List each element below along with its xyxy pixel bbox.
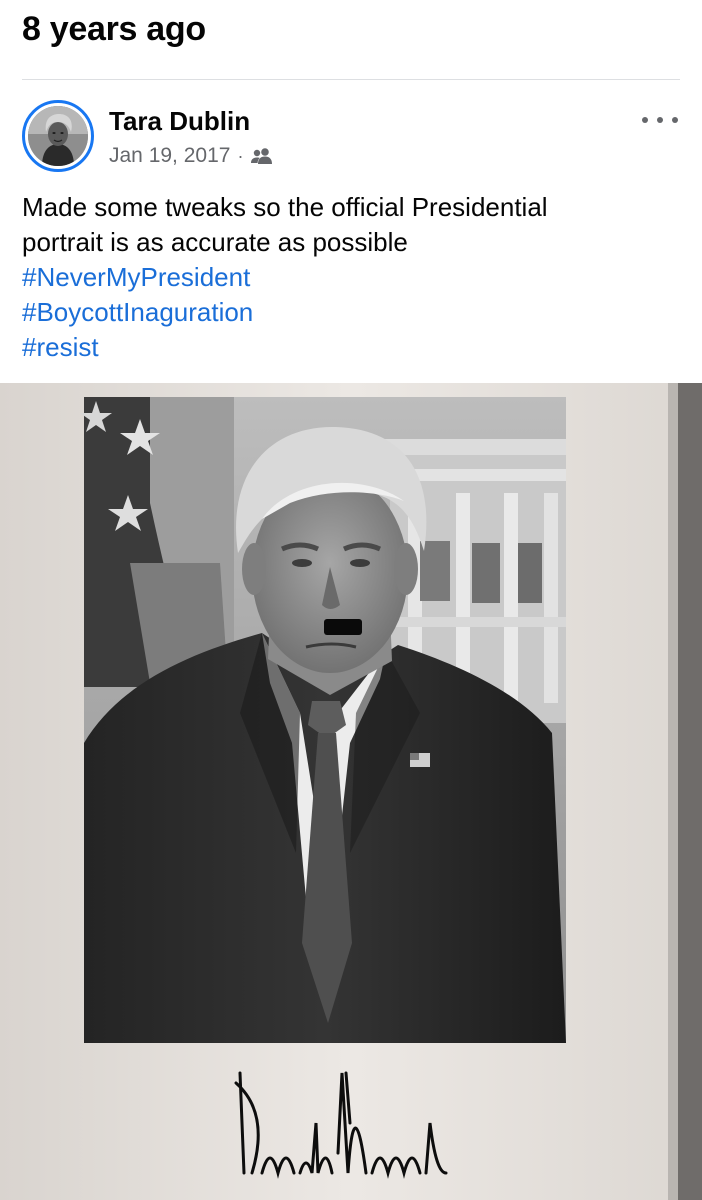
memory-header: 8 years ago — [0, 0, 702, 80]
post-text-line: portrait is as accurate as possible — [22, 227, 408, 257]
avatar-photo — [28, 106, 88, 166]
post-date[interactable]: Jan 19, 2017 — [109, 144, 230, 168]
friends-icon[interactable] — [250, 147, 274, 165]
divider — [22, 79, 680, 80]
avatar-image — [28, 106, 88, 166]
post-header: Tara Dublin Jan 19, 2017 · — [0, 96, 702, 176]
post-photo[interactable] — [0, 383, 702, 1200]
author-name[interactable]: Tara Dublin — [109, 106, 250, 137]
more-options-icon[interactable] — [642, 110, 678, 130]
portrait-photo-image — [0, 383, 702, 1200]
more-dot — [642, 117, 648, 123]
more-dot — [657, 117, 663, 123]
memory-post-screen: 8 years ago Tara Dublin Jan 19, 2017 · M… — [0, 0, 702, 1200]
avatar[interactable] — [22, 100, 94, 172]
post-body: Made some tweaks so the official Preside… — [22, 190, 682, 365]
memory-title: 8 years ago — [22, 10, 206, 48]
more-dot — [672, 117, 678, 123]
hashtag-link[interactable]: #resist — [22, 330, 682, 365]
post-meta: Jan 19, 2017 · — [109, 144, 274, 168]
post-text-line: Made some tweaks so the official Preside… — [22, 192, 548, 222]
meta-separator: · — [237, 145, 244, 166]
hashtag-link[interactable]: #BoycottInaguration — [22, 295, 682, 330]
hashtag-link[interactable]: #NeverMyPresident — [22, 260, 682, 295]
